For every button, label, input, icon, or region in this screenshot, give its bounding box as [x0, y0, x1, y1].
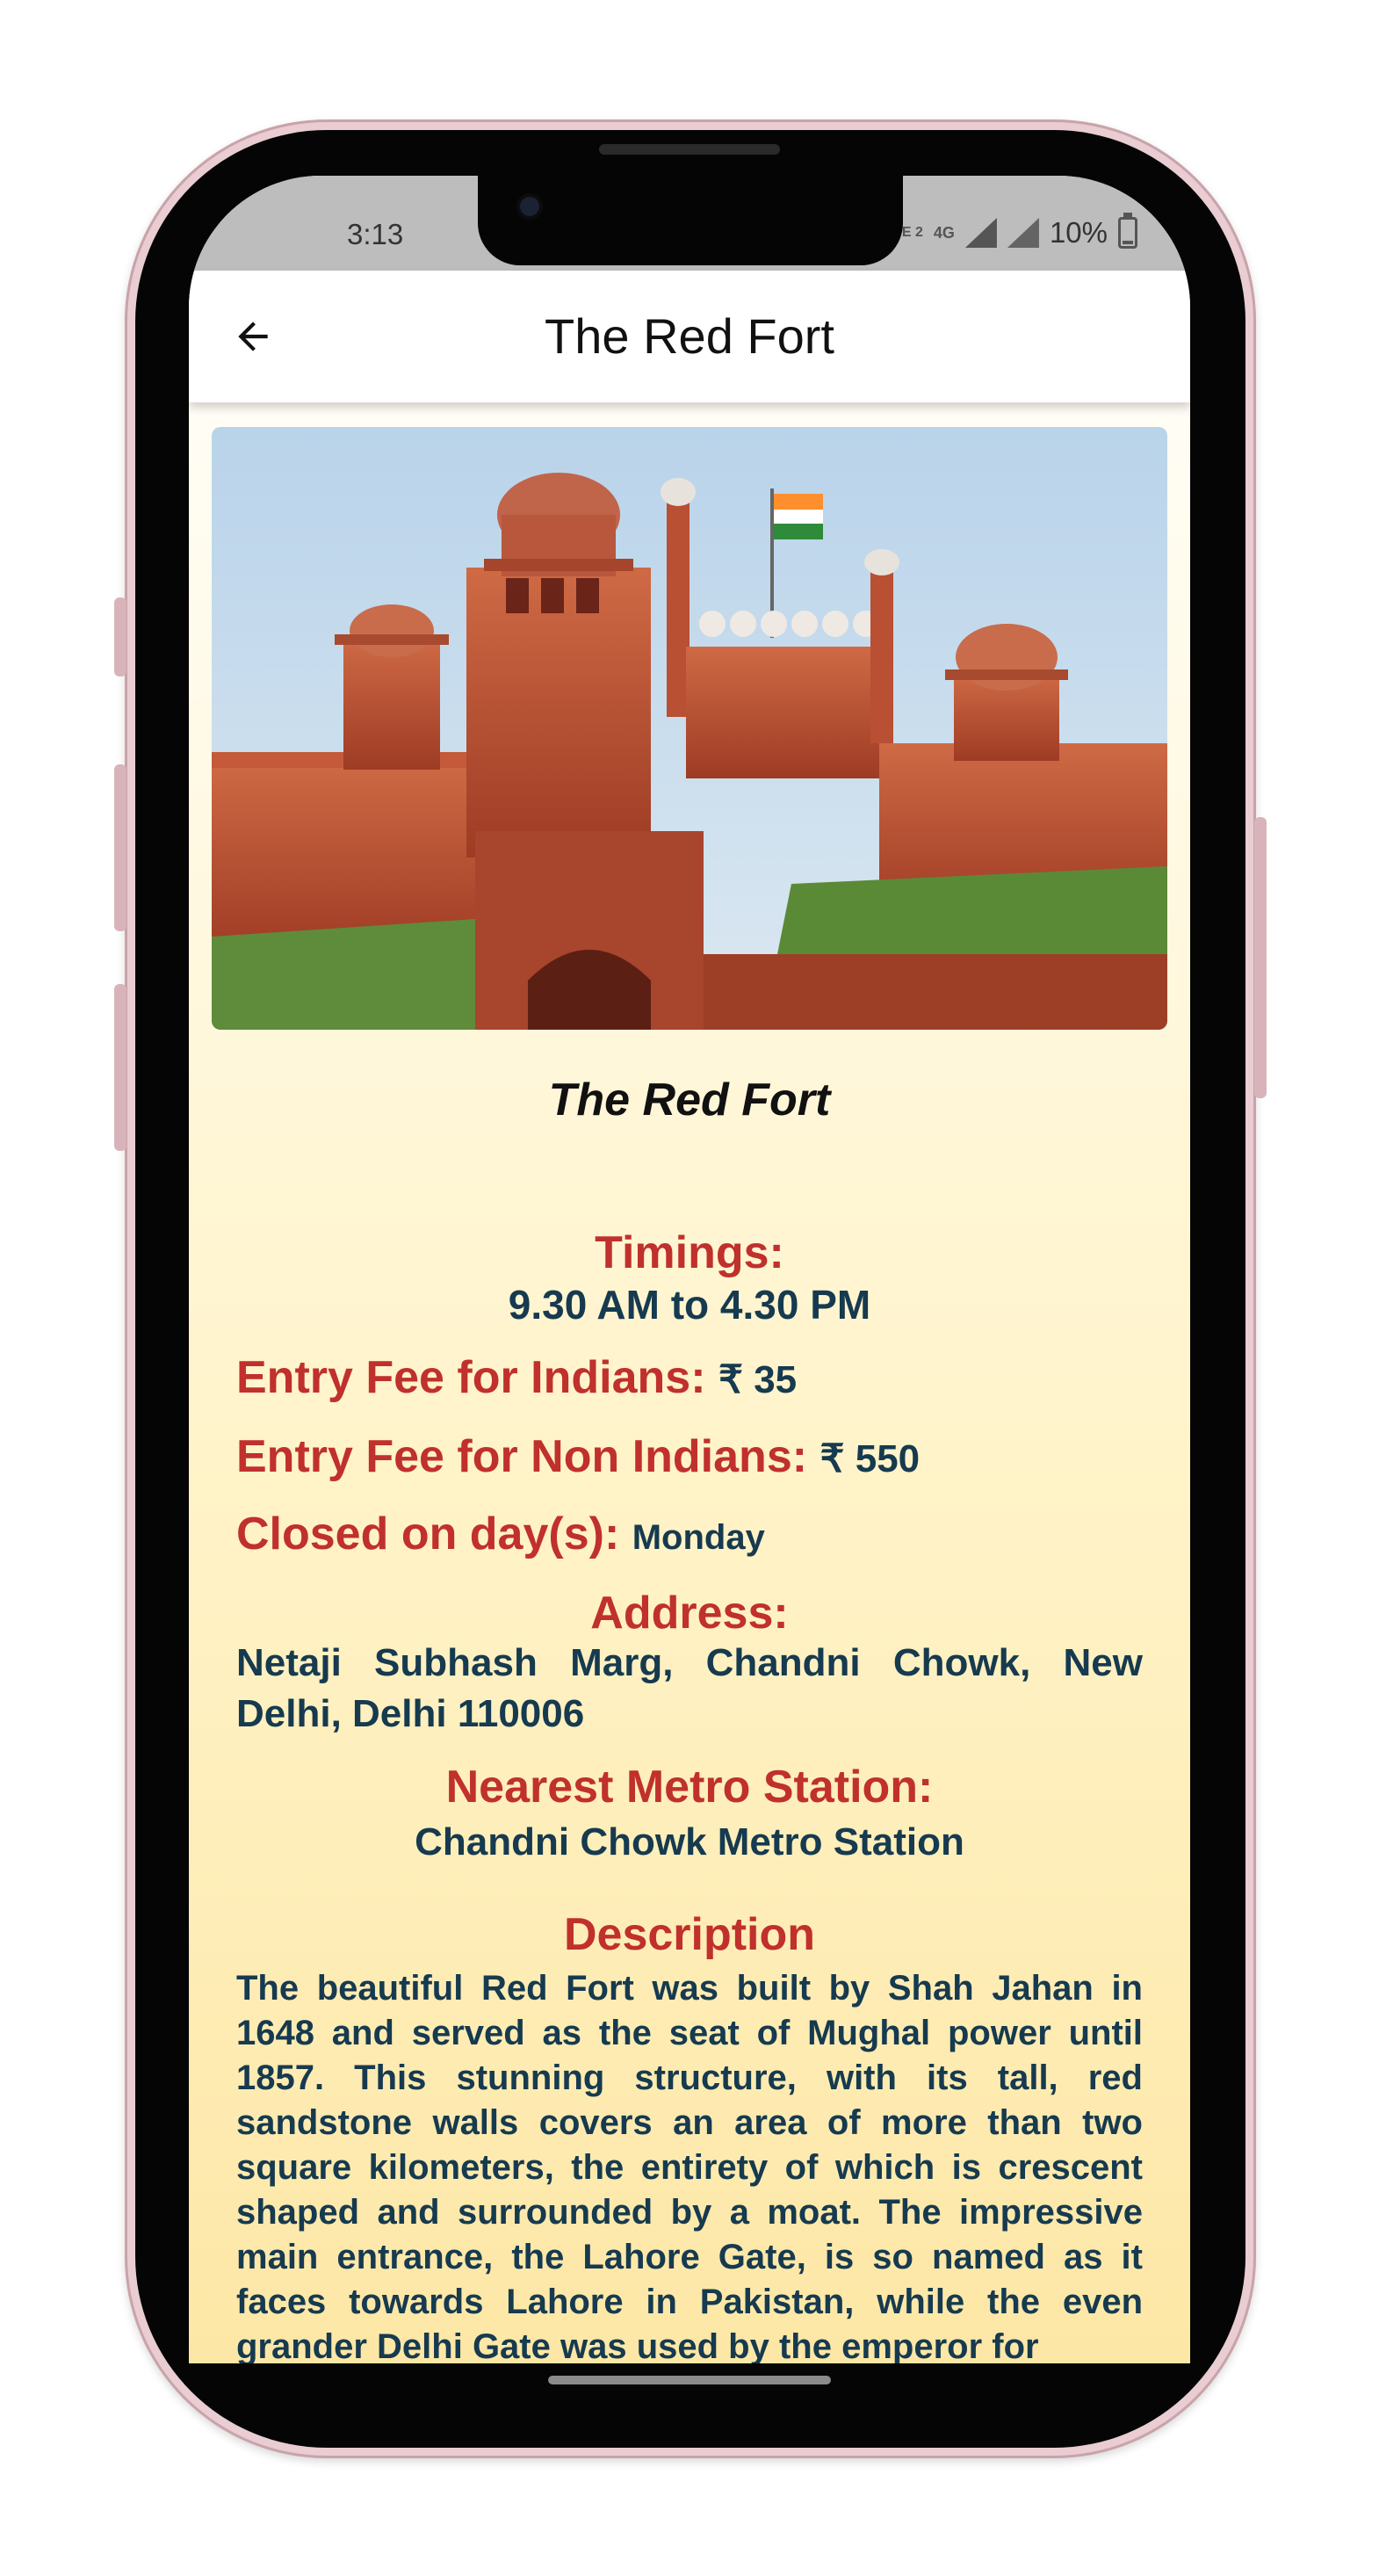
metro-value: Chandni Chowk Metro Station [415, 1820, 964, 1863]
signal-icon-2 [1007, 218, 1039, 248]
fee-indians-row: Entry Fee for Indians: ₹ 35 [236, 1351, 797, 1404]
metro-label: Nearest Metro Station: [445, 1762, 934, 1813]
red-fort-photo [212, 427, 1167, 1030]
fee-non-indians-row: Entry Fee for Non Indians: ₹ 550 [236, 1430, 920, 1483]
battery-icon [1118, 213, 1137, 249]
address-value: Netaji Subhash Marg, Chandni Chowk, New … [236, 1641, 1143, 1735]
closed-days-row: Closed on day(s): Monday [236, 1508, 765, 1560]
status-time: 3:13 [347, 218, 404, 250]
phone-screen: 3:13 LTE 2 4G 10% The Red Fort The Red F… [189, 176, 1190, 2363]
volume-down-button [114, 984, 126, 1151]
fee-non-indians-label: Entry Fee for Non Indians: [236, 1431, 808, 1482]
timings-value: 9.30 AM to 4.30 PM [508, 1282, 871, 1328]
closed-days-label: Closed on day(s): [236, 1509, 620, 1559]
home-indicator[interactable] [548, 2376, 831, 2384]
closed-days-value: Monday [632, 1518, 765, 1557]
fee-non-indians-value: ₹ 550 [819, 1437, 921, 1480]
mute-switch [114, 597, 126, 677]
status-icons: LTE 2 4G 10% [886, 213, 1137, 250]
place-details[interactable]: The Red Fort Timings: 9.30 AM to 4.30 PM… [189, 402, 1190, 2363]
battery-percent: 10% [1049, 216, 1108, 249]
power-button [1254, 817, 1267, 1098]
network-type: 4G [933, 224, 955, 242]
timings-label: Timings: [595, 1227, 784, 1278]
page-title: The Red Fort [545, 308, 834, 364]
signal-icon [964, 218, 997, 248]
volume-up-button [114, 764, 126, 931]
notch [478, 172, 903, 265]
fee-indians-value: ₹ 35 [718, 1358, 798, 1401]
front-camera [520, 197, 539, 216]
fee-indians-label: Entry Fee for Indians: [236, 1352, 706, 1403]
description-label: Description [563, 1909, 816, 1960]
place-title: The Red Fort [548, 1075, 831, 1125]
earpiece-speaker [599, 144, 780, 155]
address-label: Address: [590, 1588, 789, 1639]
app-bar: The Red Fort [189, 271, 1190, 402]
description-text: The beautiful Red Fort was built by Shah… [236, 1969, 1143, 2363]
